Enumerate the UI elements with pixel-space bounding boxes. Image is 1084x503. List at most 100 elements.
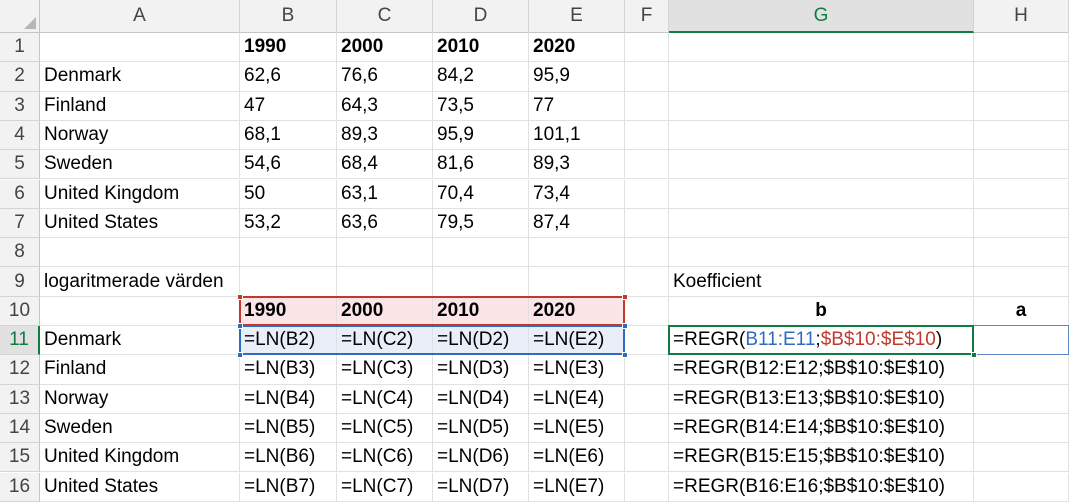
cell-c6[interactable]: 63,1 xyxy=(337,179,433,209)
cell-h5[interactable] xyxy=(974,150,1069,180)
cell-e6[interactable]: 73,4 xyxy=(529,179,625,209)
cell-c4[interactable]: 89,3 xyxy=(337,120,433,151)
cell-d9[interactable] xyxy=(433,267,529,297)
cell-b13[interactable]: =LN(B4) xyxy=(240,384,337,414)
select-all-button[interactable] xyxy=(0,0,40,33)
cell-c13[interactable]: =LN(C4) xyxy=(337,384,433,414)
cell-h3[interactable] xyxy=(974,91,1069,121)
cell-c7[interactable]: 63,6 xyxy=(337,208,433,239)
cell-e7[interactable]: 87,4 xyxy=(529,208,625,239)
row-header-9[interactable]: 9 xyxy=(0,267,40,297)
column-header-e[interactable]: E xyxy=(529,0,625,33)
cell-f12[interactable] xyxy=(625,355,669,385)
cell-g2[interactable] xyxy=(669,62,974,92)
cell-h16[interactable] xyxy=(974,472,1069,502)
cell-f9[interactable] xyxy=(625,267,669,297)
cell-b16[interactable]: =LN(B7) xyxy=(240,472,337,502)
cell-b12[interactable]: =LN(B3) xyxy=(240,355,337,385)
cell-e9[interactable] xyxy=(529,267,625,297)
cell-g5[interactable] xyxy=(669,150,974,180)
row-header-10[interactable]: 10 xyxy=(0,296,40,326)
cell-e4[interactable]: 101,1 xyxy=(529,120,625,151)
column-header-c[interactable]: C xyxy=(337,0,433,33)
cell-e3[interactable]: 77 xyxy=(529,91,625,121)
cell-d7[interactable]: 79,5 xyxy=(433,208,529,239)
cell-a6[interactable]: United Kingdom xyxy=(40,179,240,209)
cell-f10[interactable] xyxy=(625,296,669,326)
cell-d5[interactable]: 81,6 xyxy=(433,150,529,180)
cell-g6[interactable] xyxy=(669,179,974,209)
cell-b4[interactable]: 68,1 xyxy=(240,120,337,151)
row-header-6[interactable]: 6 xyxy=(0,179,40,209)
cell-f11[interactable] xyxy=(625,326,669,356)
cell-h6[interactable] xyxy=(974,179,1069,209)
cell-h7[interactable] xyxy=(974,208,1069,239)
cell-b15[interactable]: =LN(B6) xyxy=(240,443,337,473)
cell-g10[interactable]: b xyxy=(669,296,974,326)
cell-e2[interactable]: 95,9 xyxy=(529,62,625,92)
cell-b6[interactable]: 50 xyxy=(240,179,337,209)
cell-d6[interactable]: 70,4 xyxy=(433,179,529,209)
cell-h10[interactable]: a xyxy=(974,296,1069,326)
cell-h4[interactable] xyxy=(974,120,1069,151)
cell-d16[interactable]: =LN(D7) xyxy=(433,472,529,502)
cell-b7[interactable]: 53,2 xyxy=(240,208,337,239)
cell-f14[interactable] xyxy=(625,413,669,444)
cell-a3[interactable]: Finland xyxy=(40,91,240,121)
cell-a7[interactable]: United States xyxy=(40,208,240,239)
cell-a11[interactable]: Denmark xyxy=(40,326,240,356)
column-header-d[interactable]: D xyxy=(433,0,529,33)
cell-c10[interactable]: 2000 xyxy=(337,296,433,326)
cell-f5[interactable] xyxy=(625,150,669,180)
cell-f3[interactable] xyxy=(625,91,669,121)
cell-g4[interactable] xyxy=(669,120,974,151)
cell-e10[interactable]: 2020 xyxy=(529,296,625,326)
cell-a12[interactable]: Finland xyxy=(40,355,240,385)
cell-e13[interactable]: =LN(E4) xyxy=(529,384,625,414)
cell-f4[interactable] xyxy=(625,120,669,151)
cell-g13[interactable]: =REGR(B13:E13;$B$10:$E$10) xyxy=(669,384,974,414)
cell-d8[interactable] xyxy=(433,238,529,268)
cell-e12[interactable]: =LN(E3) xyxy=(529,355,625,385)
cell-a5[interactable]: Sweden xyxy=(40,150,240,180)
cell-g8[interactable] xyxy=(669,238,974,268)
cell-g14[interactable]: =REGR(B14:E14;$B$10:$E$10) xyxy=(669,413,974,444)
cell-c14[interactable]: =LN(C5) xyxy=(337,413,433,444)
cell-h9[interactable] xyxy=(974,267,1069,297)
cell-a1[interactable] xyxy=(40,33,240,63)
cell-b8[interactable] xyxy=(240,238,337,268)
cell-c1[interactable]: 2000 xyxy=(337,33,433,63)
cell-c9[interactable] xyxy=(337,267,433,297)
cell-f8[interactable] xyxy=(625,238,669,268)
cell-h12[interactable] xyxy=(974,355,1069,385)
cell-b1[interactable]: 1990 xyxy=(240,33,337,63)
cell-f1[interactable] xyxy=(625,33,669,63)
row-header-15[interactable]: 15 xyxy=(0,443,40,473)
cell-a13[interactable]: Norway xyxy=(40,384,240,414)
cell-h8[interactable] xyxy=(974,238,1069,268)
spreadsheet-grid[interactable]: A B C D E F G H 1 2 3 4 5 6 7 8 9 10 11 12 13 14 15 16 1990 2000 2… xyxy=(0,0,1084,503)
cell-f2[interactable] xyxy=(625,62,669,92)
cell-b3[interactable]: 47 xyxy=(240,91,337,121)
cell-e8[interactable] xyxy=(529,238,625,268)
cell-a2[interactable]: Denmark xyxy=(40,62,240,92)
row-header-16[interactable]: 16 xyxy=(0,472,40,502)
row-header-1[interactable]: 1 xyxy=(0,33,40,63)
cell-e15[interactable]: =LN(E6) xyxy=(529,443,625,473)
cell-d12[interactable]: =LN(D3) xyxy=(433,355,529,385)
cell-h2[interactable] xyxy=(974,62,1069,92)
cell-f7[interactable] xyxy=(625,208,669,239)
cell-c2[interactable]: 76,6 xyxy=(337,62,433,92)
cell-d15[interactable]: =LN(D6) xyxy=(433,443,529,473)
cell-g12[interactable]: =REGR(B12:E12;$B$10:$E$10) xyxy=(669,355,974,385)
cell-c15[interactable]: =LN(C6) xyxy=(337,443,433,473)
cell-g3[interactable] xyxy=(669,91,974,121)
cell-d4[interactable]: 95,9 xyxy=(433,120,529,151)
cell-h14[interactable] xyxy=(974,413,1069,444)
row-header-13[interactable]: 13 xyxy=(0,384,40,414)
cell-f15[interactable] xyxy=(625,443,669,473)
cell-d1[interactable]: 2010 xyxy=(433,33,529,63)
row-header-5[interactable]: 5 xyxy=(0,150,40,180)
row-header-14[interactable]: 14 xyxy=(0,413,40,444)
cell-f16[interactable] xyxy=(625,472,669,502)
